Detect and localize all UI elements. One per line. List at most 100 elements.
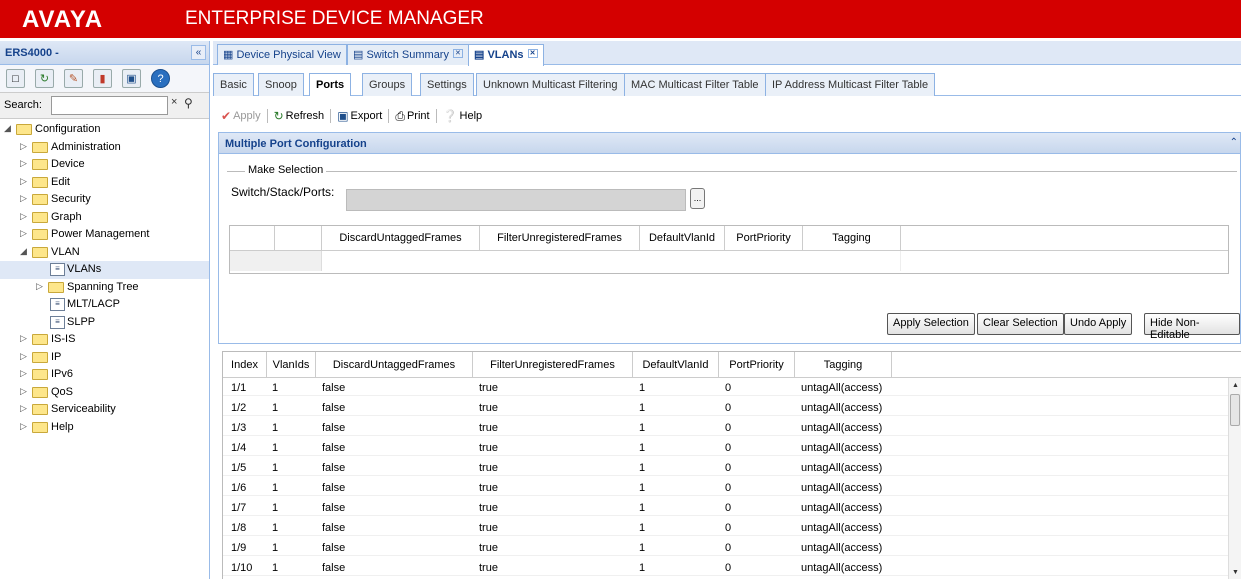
column-header[interactable]: Index (223, 352, 267, 378)
table-row[interactable]: 1/2 1 false true 1 0 untagAll(access) (223, 398, 1229, 416)
column-header[interactable]: DiscardUntaggedFrames (322, 226, 480, 251)
tree-item[interactable]: ▷ IS-IS (0, 331, 209, 349)
search-input[interactable] (51, 96, 168, 115)
collapsed-arrow-icon[interactable]: ▷ (20, 193, 27, 204)
tree-item[interactable]: ≡ VLANs (0, 261, 209, 279)
collapsed-arrow-icon[interactable]: ▷ (20, 141, 27, 152)
collapsed-arrow-icon[interactable]: ▷ (20, 421, 27, 432)
collapsed-arrow-icon[interactable]: ▷ (20, 158, 27, 169)
export-button[interactable]: ▣ Export (337, 109, 382, 123)
print-button[interactable]: ⎙ Print (395, 109, 429, 124)
column-header[interactable]: FilterUnregisteredFrames (473, 352, 633, 378)
column-header[interactable]: PortPriority (725, 226, 803, 251)
subtab-basic[interactable]: Basic (213, 73, 254, 96)
device-name[interactable]: ERS4000 - (5, 47, 59, 59)
tree-item[interactable]: ▷ Administration (0, 139, 209, 157)
tree-item[interactable]: ▷ Edit (0, 174, 209, 192)
selection-row[interactable] (230, 251, 1228, 273)
tab-vlans[interactable]: ▤ VLANs ✕ (468, 44, 544, 66)
subtab-snoop[interactable]: Snoop (258, 73, 304, 96)
subtab-settings[interactable]: Settings (420, 73, 474, 96)
close-icon[interactable]: ✕ (527, 49, 538, 58)
scroll-down-icon[interactable]: ▼ (1232, 569, 1239, 576)
table-row[interactable]: 1/5 1 false true 1 0 untagAll(access) (223, 458, 1229, 476)
edit-icon[interactable]: ✎ (64, 69, 83, 88)
table-row[interactable]: 1/1 1 false true 1 0 untagAll(access) (223, 378, 1229, 396)
column-header[interactable]: Tagging (803, 226, 901, 251)
expanded-arrow-icon[interactable]: ◢ (4, 123, 11, 134)
help-button[interactable]: ❔ Help (443, 109, 483, 123)
tree-item[interactable]: ▷ QoS (0, 384, 209, 402)
clear-selection-button[interactable]: Clear Selection (977, 313, 1064, 335)
tree-item[interactable]: ▷ IPv6 (0, 366, 209, 384)
subtab-ports[interactable]: Ports (309, 73, 352, 96)
apply-button[interactable]: ✔ Apply (221, 109, 261, 123)
subtab-groups[interactable]: Groups (362, 73, 413, 96)
subtab-mac-multicast-filter-table[interactable]: MAC Multicast Filter Table (624, 73, 766, 96)
tree-item[interactable]: ◢ VLAN (0, 244, 209, 262)
table-row[interactable]: 1/10 1 false true 1 0 untagAll(access) (223, 558, 1229, 576)
search-icon[interactable]: ⚲ (184, 96, 193, 110)
port-picker-button[interactable]: ... (690, 188, 705, 209)
refresh-icon[interactable]: ↻ (35, 69, 54, 88)
folder-icon (48, 281, 64, 293)
subtab-ip-address-multicast-filter-table[interactable]: IP Address Multicast Filter Table (765, 73, 936, 96)
table-row[interactable]: 1/6 1 false true 1 0 untagAll(access) (223, 478, 1229, 496)
tree-item[interactable]: ▷ Spanning Tree (0, 279, 209, 297)
hide-non-editable-button[interactable]: Hide Non-Editable (1144, 313, 1240, 341)
column-header[interactable]: VlanIds (267, 352, 316, 378)
table-row[interactable]: 1/8 1 false true 1 0 untagAll(access) (223, 518, 1229, 536)
scroll-up-icon[interactable]: ▲ (1232, 382, 1239, 389)
column-header[interactable]: PortPriority (719, 352, 795, 378)
table-row[interactable]: 1/3 1 false true 1 0 untagAll(access) (223, 418, 1229, 436)
tree-item[interactable]: ▷ Power Management (0, 226, 209, 244)
tab-device-physical-view[interactable]: ▦ Device Physical View (217, 44, 347, 65)
help-icon[interactable]: ? (151, 69, 170, 88)
table-row[interactable]: 1/9 1 false true 1 0 untagAll(access) (223, 538, 1229, 556)
tree-item[interactable]: ◢ Configuration (0, 121, 209, 139)
table-row[interactable]: 1/4 1 false true 1 0 untagAll(access) (223, 438, 1229, 456)
collapsed-arrow-icon[interactable]: ▷ (20, 368, 27, 379)
expanded-arrow-icon[interactable]: ◢ (20, 246, 27, 257)
collapsed-arrow-icon[interactable]: ▷ (20, 386, 27, 397)
collapsed-arrow-icon[interactable]: ▷ (20, 403, 27, 414)
undo-apply-button[interactable]: Undo Apply (1064, 313, 1133, 335)
graph-icon[interactable]: ▮ (93, 69, 112, 88)
vertical-scrollbar[interactable]: ▲ ▼ (1228, 378, 1241, 579)
subtab-unknown-multicast-filtering[interactable]: Unknown Multicast Filtering (476, 73, 625, 96)
collapsed-arrow-icon[interactable]: ▷ (20, 228, 27, 239)
tree-item[interactable]: ≡ SLPP (0, 314, 209, 332)
refresh-button[interactable]: ↻ Refresh (274, 109, 325, 123)
column-header[interactable]: DefaultVlanId (640, 226, 725, 251)
table-cell: 1 (639, 482, 646, 494)
collapsed-arrow-icon[interactable]: ▷ (20, 176, 27, 187)
table-row[interactable]: 1/7 1 false true 1 0 untagAll(access) (223, 498, 1229, 516)
collapsed-arrow-icon[interactable]: ▷ (20, 333, 27, 344)
tree-item[interactable]: ▷ Graph (0, 209, 209, 227)
column-header[interactable]: Tagging (795, 352, 892, 378)
tree-item[interactable]: ≡ MLT/LACP (0, 296, 209, 314)
collapsed-arrow-icon[interactable]: ▷ (20, 211, 27, 222)
collapsed-arrow-icon[interactable]: ▷ (20, 351, 27, 362)
collapse-panel-button[interactable]: « (191, 45, 206, 60)
column-header[interactable]: DefaultVlanId (633, 352, 719, 378)
tree-item[interactable]: ▷ Help (0, 419, 209, 437)
home-icon[interactable]: □ (6, 69, 25, 88)
tree-item[interactable]: ▷ IP (0, 349, 209, 367)
save-icon[interactable]: ▣ (122, 69, 141, 88)
collapsed-arrow-icon[interactable]: ▷ (36, 281, 43, 292)
tree-item[interactable]: ▷ Device (0, 156, 209, 174)
tree-item[interactable]: ▷ Security (0, 191, 209, 209)
table-cell: 1/8 (231, 522, 247, 534)
apply-selection-button[interactable]: Apply Selection (887, 313, 975, 335)
switch-stack-ports-field[interactable] (346, 189, 686, 211)
column-header[interactable]: FilterUnregisteredFrames (480, 226, 640, 251)
tab-switch-summary[interactable]: ▤ Switch Summary ✕ (347, 44, 469, 65)
column-header[interactable]: DiscardUntaggedFrames (316, 352, 473, 378)
scroll-thumb[interactable] (1230, 394, 1240, 426)
table-cell: true (479, 442, 498, 454)
tree-item[interactable]: ▷ Serviceability (0, 401, 209, 419)
collapse-icon[interactable]: ⌃ (1230, 137, 1238, 148)
selection-row-cells[interactable] (322, 251, 901, 271)
close-icon[interactable]: ✕ (452, 49, 463, 58)
